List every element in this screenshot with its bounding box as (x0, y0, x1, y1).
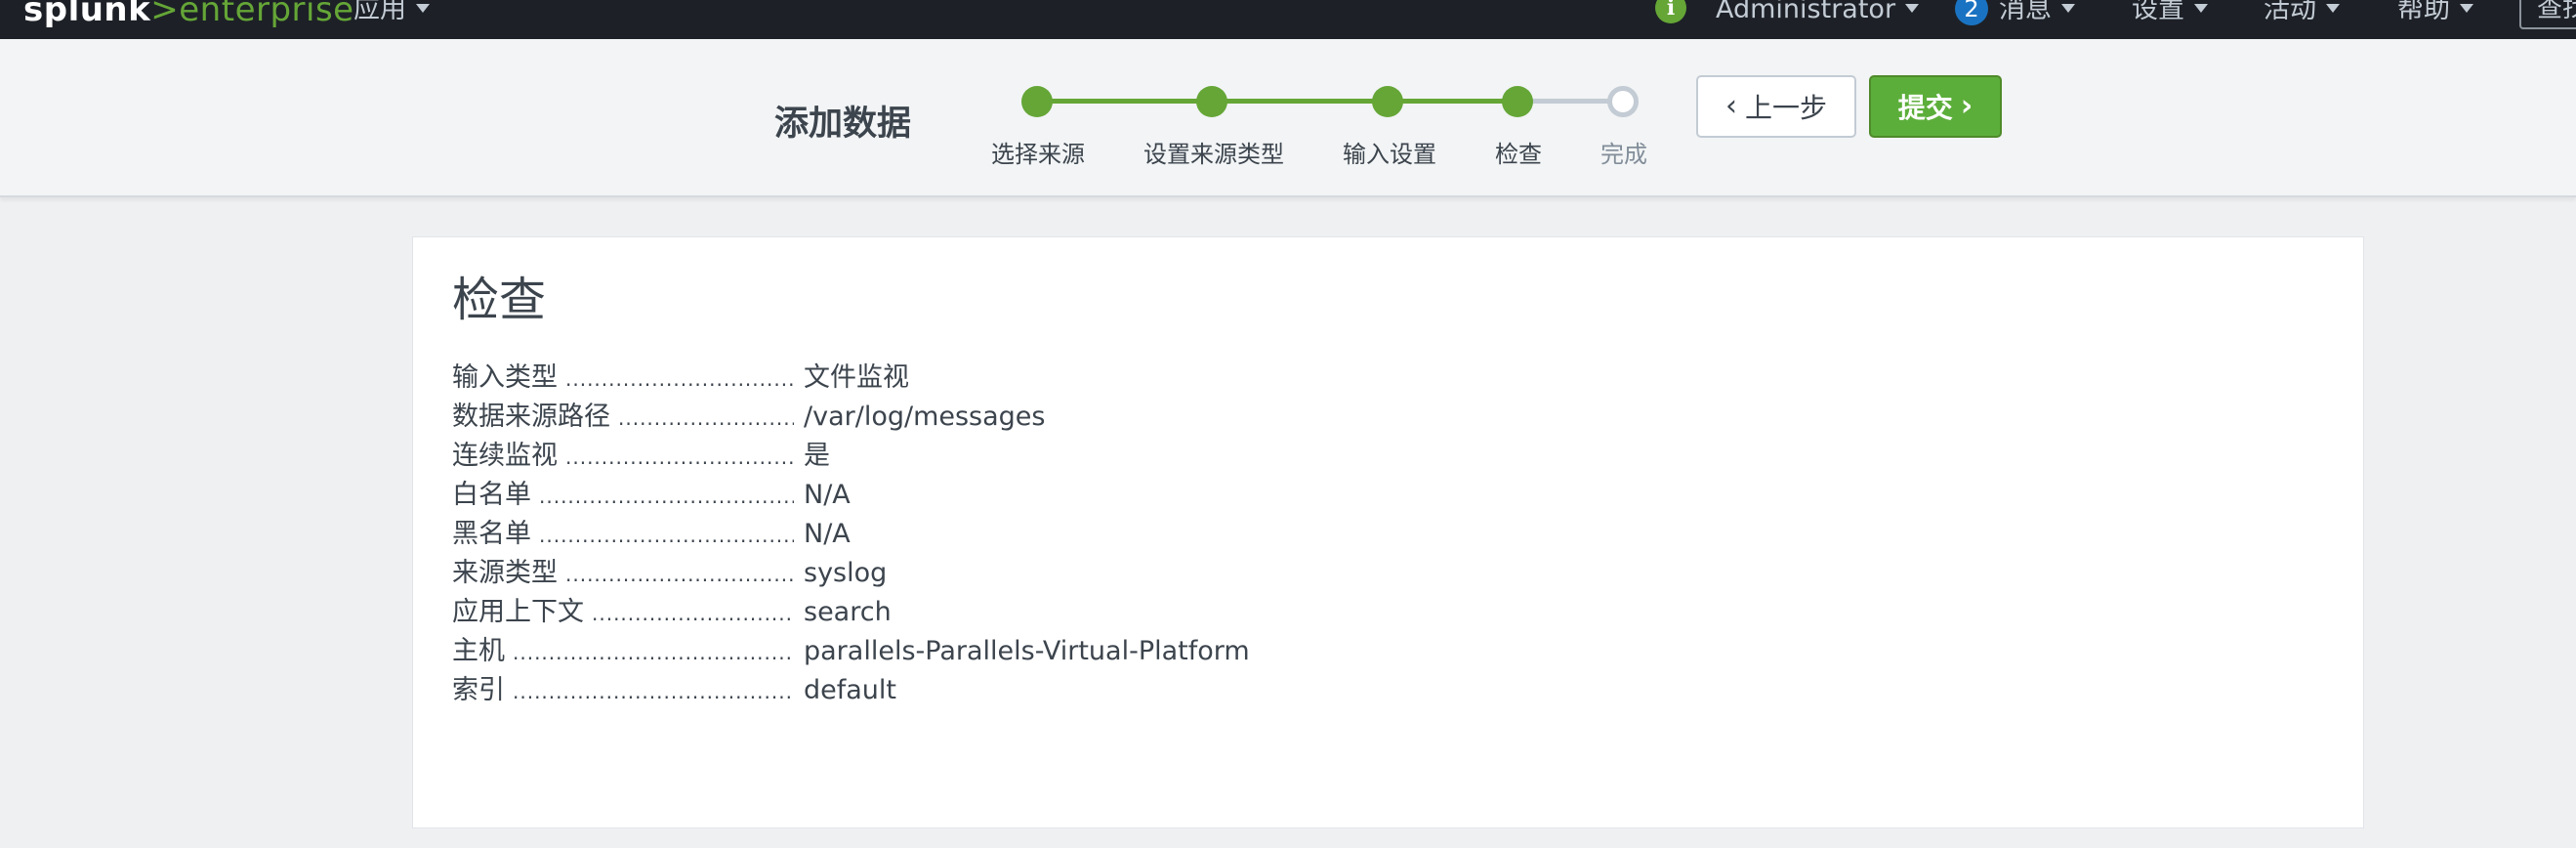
chevron-down-icon (2194, 4, 2208, 13)
activity-menu[interactable]: 活动 (2264, 0, 2340, 31)
review-row-label: 连续监视 (452, 441, 558, 471)
submit-button-label: 提交 (1897, 92, 1953, 124)
review-row-value: syslog (804, 558, 888, 588)
chevron-down-icon (2326, 4, 2340, 13)
back-button[interactable]: ‹ 上一步 (1696, 75, 1856, 138)
chevron-down-icon (2460, 4, 2473, 13)
chevron-right-icon: › (1960, 89, 1974, 123)
messages-menu[interactable]: 消息 (1999, 0, 2075, 31)
search-input[interactable]: 查找 (2519, 0, 2576, 29)
review-row-value: search (804, 597, 892, 627)
review-row-label: 黑名单 (452, 519, 531, 549)
step-label-set-sourcetype: 设置来源类型 (1143, 141, 1284, 168)
step-dot-review (1502, 86, 1533, 117)
review-summary-list: 输入类型 文件监视 数据来源路径 /var/log/messages 连续监视 … (452, 356, 1250, 707)
chevron-down-icon (1905, 4, 1920, 13)
step-label-input-settings: 输入设置 (1343, 141, 1436, 168)
review-row-value: /var/log/messages (804, 402, 1046, 432)
splunk-enterprise-logo[interactable]: splunk>enterprise (23, 0, 354, 31)
review-panel: 检查 输入类型 文件监视 数据来源路径 /var/log/messages 连续… (412, 236, 2364, 828)
user-menu[interactable]: Administrator (1716, 0, 1920, 31)
review-row-value: parallels-Parallels-Virtual-Platform (804, 636, 1250, 666)
chevron-left-icon: ‹ (1724, 89, 1737, 123)
review-row-value: N/A (804, 480, 851, 510)
messages-count-badge[interactable]: 2 (1955, 0, 1988, 25)
review-row-sourcetype: 来源类型 syslog (452, 551, 1250, 590)
settings-menu-label: 设置 (2132, 0, 2184, 24)
review-row-label: 主机 (452, 636, 505, 666)
review-row-label: 来源类型 (452, 558, 558, 588)
chevron-down-icon (2061, 4, 2075, 13)
review-row-value: 是 (804, 441, 830, 471)
logo-splunk-text: splunk (23, 0, 151, 29)
review-row-app-context: 应用上下文 search (452, 590, 1250, 629)
activity-menu-label: 活动 (2264, 0, 2316, 24)
add-data-wizard-header: 添加数据 选择来源 设置来源类型 输入设置 检查 完成 ‹ 上一步 提交 › (0, 39, 2576, 197)
review-row-label: 白名单 (452, 480, 531, 510)
step-dot-set-sourcetype (1196, 86, 1227, 117)
review-row-source-path: 数据来源路径 /var/log/messages (452, 395, 1250, 434)
review-row-value: N/A (804, 519, 851, 549)
chevron-down-icon (416, 4, 430, 13)
step-label-done: 完成 (1600, 141, 1647, 168)
review-row-continuous-monitor: 连续监视 是 (452, 434, 1250, 473)
review-heading: 检查 (452, 273, 547, 327)
user-menu-label: Administrator (1716, 0, 1896, 24)
help-menu-label: 帮助 (2397, 0, 2450, 24)
review-row-index: 索引 default (452, 668, 1250, 707)
apps-menu-label: 应用 (353, 0, 406, 24)
review-row-label: 索引 (452, 675, 505, 705)
logo-enterprise-text: enterprise (179, 0, 354, 29)
step-progress-track-done (1037, 99, 1517, 104)
review-row-whitelist: 白名单 N/A (452, 473, 1250, 512)
settings-menu[interactable]: 设置 (2132, 0, 2208, 31)
page-title: 添加数据 (774, 105, 912, 144)
review-row-label: 应用上下文 (452, 597, 584, 627)
apps-menu[interactable]: 应用 (353, 0, 430, 31)
help-menu[interactable]: 帮助 (2397, 0, 2473, 31)
review-row-value: default (804, 675, 897, 705)
back-button-label: 上一步 (1744, 92, 1827, 124)
review-row-input-type: 输入类型 文件监视 (452, 356, 1250, 395)
step-label-review: 检查 (1495, 141, 1542, 168)
logo-separator: > (150, 0, 180, 29)
step-dot-input-settings (1372, 86, 1403, 117)
submit-button[interactable]: 提交 › (1869, 75, 2002, 138)
review-row-label: 数据来源路径 (452, 402, 610, 432)
info-icon[interactable]: i (1655, 0, 1686, 23)
step-dot-done (1607, 86, 1639, 117)
review-row-value: 文件监视 (804, 362, 909, 393)
messages-menu-label: 消息 (1999, 0, 2052, 24)
top-navigation-bar: splunk>enterprise 应用 i Administrator 2 消… (0, 0, 2576, 39)
review-row-blacklist: 黑名单 N/A (452, 512, 1250, 551)
step-label-select-source: 选择来源 (991, 141, 1085, 168)
step-dot-select-source (1021, 86, 1053, 117)
review-row-host: 主机 parallels-Parallels-Virtual-Platform (452, 629, 1250, 668)
review-row-label: 输入类型 (452, 362, 558, 393)
